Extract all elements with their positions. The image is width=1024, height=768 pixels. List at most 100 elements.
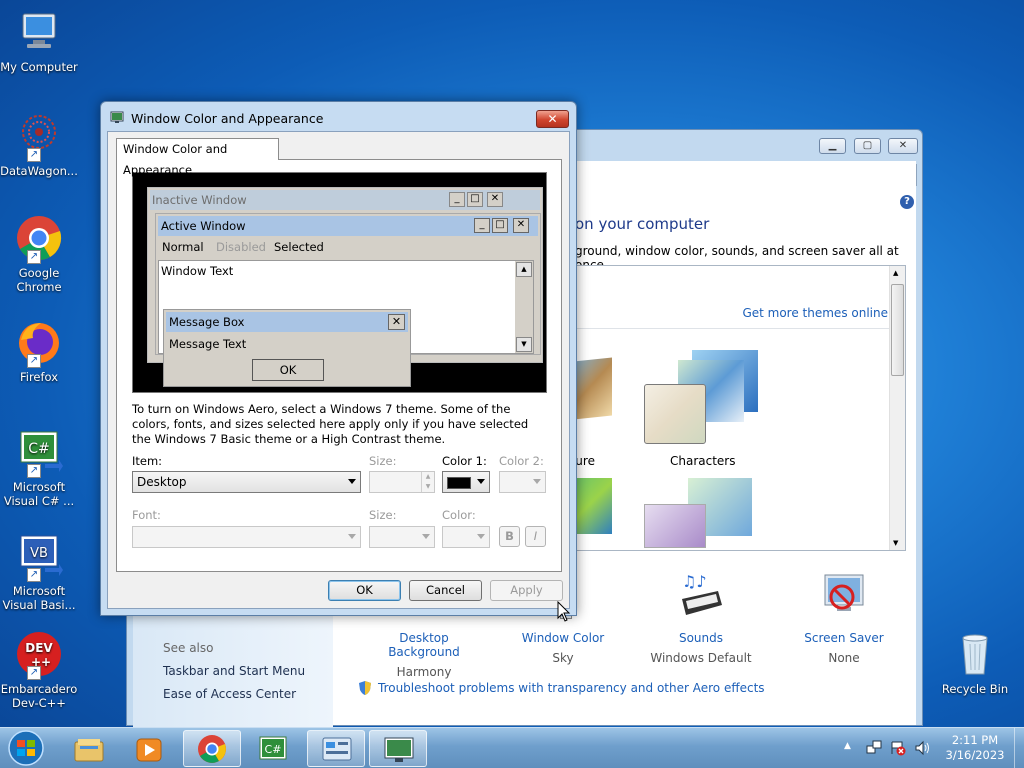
see-also-heading: See also (163, 641, 214, 655)
msgbox-ok: OK (252, 359, 324, 381)
window-text: Window Text (161, 264, 234, 278)
taskbar-explorer-button[interactable] (60, 730, 118, 767)
theme-thumb-characters[interactable] (644, 350, 774, 450)
color1-picker[interactable] (442, 471, 490, 493)
svg-text:C#: C# (28, 441, 50, 457)
cancel-button[interactable]: Cancel (409, 580, 482, 601)
maximize-icon: □ (492, 218, 508, 233)
desktop-icon-datawagon[interactable]: ↗ DataWagon... (0, 112, 78, 178)
taskbar-control-panel-button[interactable] (307, 730, 365, 767)
help-icon[interactable]: ? (900, 195, 914, 209)
visual-csharp-icon: C# ↗ (15, 428, 63, 478)
desktop-icon-label: Microsoft Visual C# ... (3, 480, 75, 508)
screen-saver-icon (819, 571, 869, 621)
devcpp-icon: DEV ++ ↗ (15, 630, 63, 680)
show-hidden-icons[interactable]: ▲ (844, 741, 851, 751)
scroll-down-icon: ▼ (516, 337, 532, 352)
show-desktop-button[interactable] (1014, 728, 1024, 768)
clock-time: 2:11 PM (951, 733, 999, 747)
close-icon: ✕ (513, 218, 529, 233)
size-spinner[interactable]: ▲ ▼ (369, 471, 435, 493)
italic-button[interactable]: I (525, 526, 546, 547)
themes-scrollbar[interactable]: ▲ ▼ (889, 266, 905, 550)
taskbar: C# ▲ 2:11 PM 3/16/2023 (0, 727, 1024, 768)
firefox-icon: ↗ (15, 318, 63, 368)
size-label: Size: (369, 454, 397, 468)
desktop-icon-visual-csharp[interactable]: C# ↗ Microsoft Visual C# ... (0, 428, 78, 508)
control-panel-icon (322, 737, 352, 766)
chevron-down-icon (533, 479, 541, 484)
msgbox-title: Message Box (166, 312, 408, 332)
troubleshoot-link[interactable]: Troubleshoot problems with transparency … (378, 681, 765, 695)
ok-button[interactable]: OK (328, 580, 401, 601)
taskbar-csharp-button[interactable]: C# (245, 730, 303, 767)
desktop-icon-chrome[interactable]: ↗ Google Chrome (0, 214, 78, 294)
get-more-themes-link[interactable]: Get more themes online (742, 306, 888, 320)
bold-button[interactable]: B (499, 526, 520, 547)
item-value: Desktop (137, 475, 187, 489)
menu-selected: Selected (274, 240, 324, 254)
dialog-close-button[interactable]: ✕ (536, 110, 569, 128)
desktop-icon-label: Google Chrome (16, 266, 62, 294)
minimize-icon: _ (449, 192, 465, 207)
desktop-icon-firefox[interactable]: ↗ Firefox (0, 318, 78, 384)
desktop-background-item[interactable]: Desktop Background Harmony (369, 631, 479, 679)
maximize-icon: □ (467, 192, 483, 207)
font-select[interactable] (132, 526, 361, 548)
minimize-icon: _ (474, 218, 490, 233)
font-label: Font: (132, 508, 161, 522)
start-orb-icon[interactable] (3, 729, 49, 767)
themes-list[interactable]: Get more themes online cture Characters … (563, 265, 906, 551)
taskbar-display-settings-button[interactable] (369, 730, 427, 767)
maximize-button[interactable]: ▢ (854, 138, 881, 154)
close-icon: ✕ (487, 192, 503, 207)
svg-text:C#: C# (265, 743, 282, 756)
font-color-picker[interactable] (442, 526, 490, 548)
minimize-button[interactable]: ▁ (819, 138, 846, 154)
action-center-icon[interactable] (890, 740, 906, 756)
menu-normal: Normal (162, 240, 204, 254)
shortcut-arrow-icon: ↗ (27, 464, 41, 478)
desktop-icon-label: My Computer (0, 60, 78, 74)
chevron-down-icon (348, 479, 356, 484)
network-icon[interactable] (866, 740, 882, 756)
taskbar-media-player-button[interactable] (121, 730, 179, 767)
item-select[interactable]: Desktop (132, 471, 361, 493)
theme-thumb-scenes[interactable] (644, 478, 764, 548)
volume-icon[interactable] (914, 740, 930, 756)
desktop-icon-my-computer[interactable]: My Computer (0, 8, 78, 74)
chrome-icon (197, 734, 227, 767)
apply-button[interactable]: Apply (490, 580, 563, 601)
desktop-icon-label: Recycle Bin (941, 682, 1009, 696)
spinner-arrows-icon: ▲ ▼ (421, 472, 434, 492)
scroll-up-icon[interactable]: ▲ (893, 269, 898, 277)
msgbox-text: Message Text (169, 337, 247, 351)
desktop-icon-recycle-bin[interactable]: Recycle Bin (938, 630, 1012, 696)
visual-basic-icon: VB ↗ (15, 532, 63, 582)
screen-saver-item[interactable]: Screen Saver None (789, 571, 899, 665)
tab-window-color-appearance[interactable]: Window Color and Appearance (116, 138, 279, 177)
preview-area: Inactive Window _ □ ✕ Active Window _ □ … (132, 172, 547, 393)
chevron-down-icon (477, 534, 485, 539)
desktop-icon-label: Embarcadero Dev-C++ (0, 682, 78, 710)
taskbar-start-menu-link[interactable]: Taskbar and Start Menu (163, 664, 305, 678)
sounds-item[interactable]: ♫♪ Sounds Windows Default (641, 571, 761, 665)
divider (564, 328, 889, 329)
ease-of-access-link[interactable]: Ease of Access Center (163, 687, 296, 701)
font-size-select[interactable] (369, 526, 435, 548)
scroll-thumb[interactable] (891, 284, 904, 376)
item-label: Item: (132, 454, 163, 468)
desktop-icon-devcpp[interactable]: DEV ++ ↗ Embarcadero Dev-C++ (0, 630, 78, 710)
color2-picker[interactable] (499, 471, 546, 493)
font-color-label: Color: (442, 508, 476, 522)
taskbar-chrome-button[interactable] (183, 730, 241, 767)
recycle-bin-icon (951, 630, 999, 678)
dialog-title: Window Color and Appearance (131, 111, 324, 126)
clock[interactable]: 2:11 PM 3/16/2023 (940, 733, 1010, 763)
preview-scrollbar: ▲ ▼ (515, 261, 533, 353)
svg-text:DEV: DEV (25, 641, 53, 655)
close-button[interactable]: ✕ (888, 138, 918, 154)
clock-date: 3/16/2023 (945, 748, 1005, 762)
desktop-icon-visual-basic[interactable]: VB ↗ Microsoft Visual Basi... (0, 532, 78, 612)
scroll-down-icon[interactable]: ▼ (893, 539, 898, 547)
